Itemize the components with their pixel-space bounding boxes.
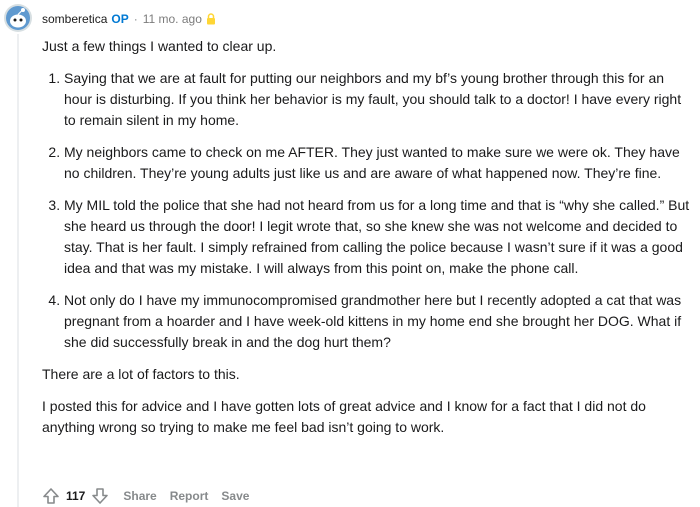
paragraph-closing: I posted this for advice and I have gott… (42, 398, 646, 435)
op-badge: OP (111, 12, 129, 26)
comment-body: Just a few things I wanted to clear up. … (42, 36, 692, 449)
avatar[interactable] (4, 4, 32, 32)
downvote-arrow-icon[interactable] (91, 487, 109, 505)
list-item: Saying that we are at fault for putting … (64, 68, 692, 131)
list-item: Not only do I have my immunocompromised … (64, 290, 692, 353)
save-button[interactable]: Save (221, 489, 249, 503)
timestamp-link[interactable]: 11 mo. ago (143, 12, 202, 26)
share-button[interactable]: Share (123, 489, 156, 503)
separator-dot: · (133, 12, 138, 26)
comment-intro: Just a few things I wanted to clear up. (42, 38, 277, 54)
comment-action-bar: 117 Share Report Save (42, 486, 249, 506)
list-item: My MIL told the police that she had not … (64, 195, 692, 279)
lock-icon (206, 13, 215, 25)
paragraph-factors: There are a lot of factors to this. (42, 366, 240, 382)
upvote-arrow-icon[interactable] (42, 487, 60, 505)
numbered-list: Saying that we are at fault for putting … (42, 68, 692, 353)
list-item: My neighbors came to check on me AFTER. … (64, 142, 692, 184)
vote-count: 117 (66, 489, 86, 503)
thread-line[interactable] (17, 34, 19, 507)
username-link[interactable]: somberetica (42, 12, 107, 26)
report-button[interactable]: Report (170, 489, 209, 503)
comment-header: somberetica OP · 11 mo. ago (42, 10, 216, 28)
